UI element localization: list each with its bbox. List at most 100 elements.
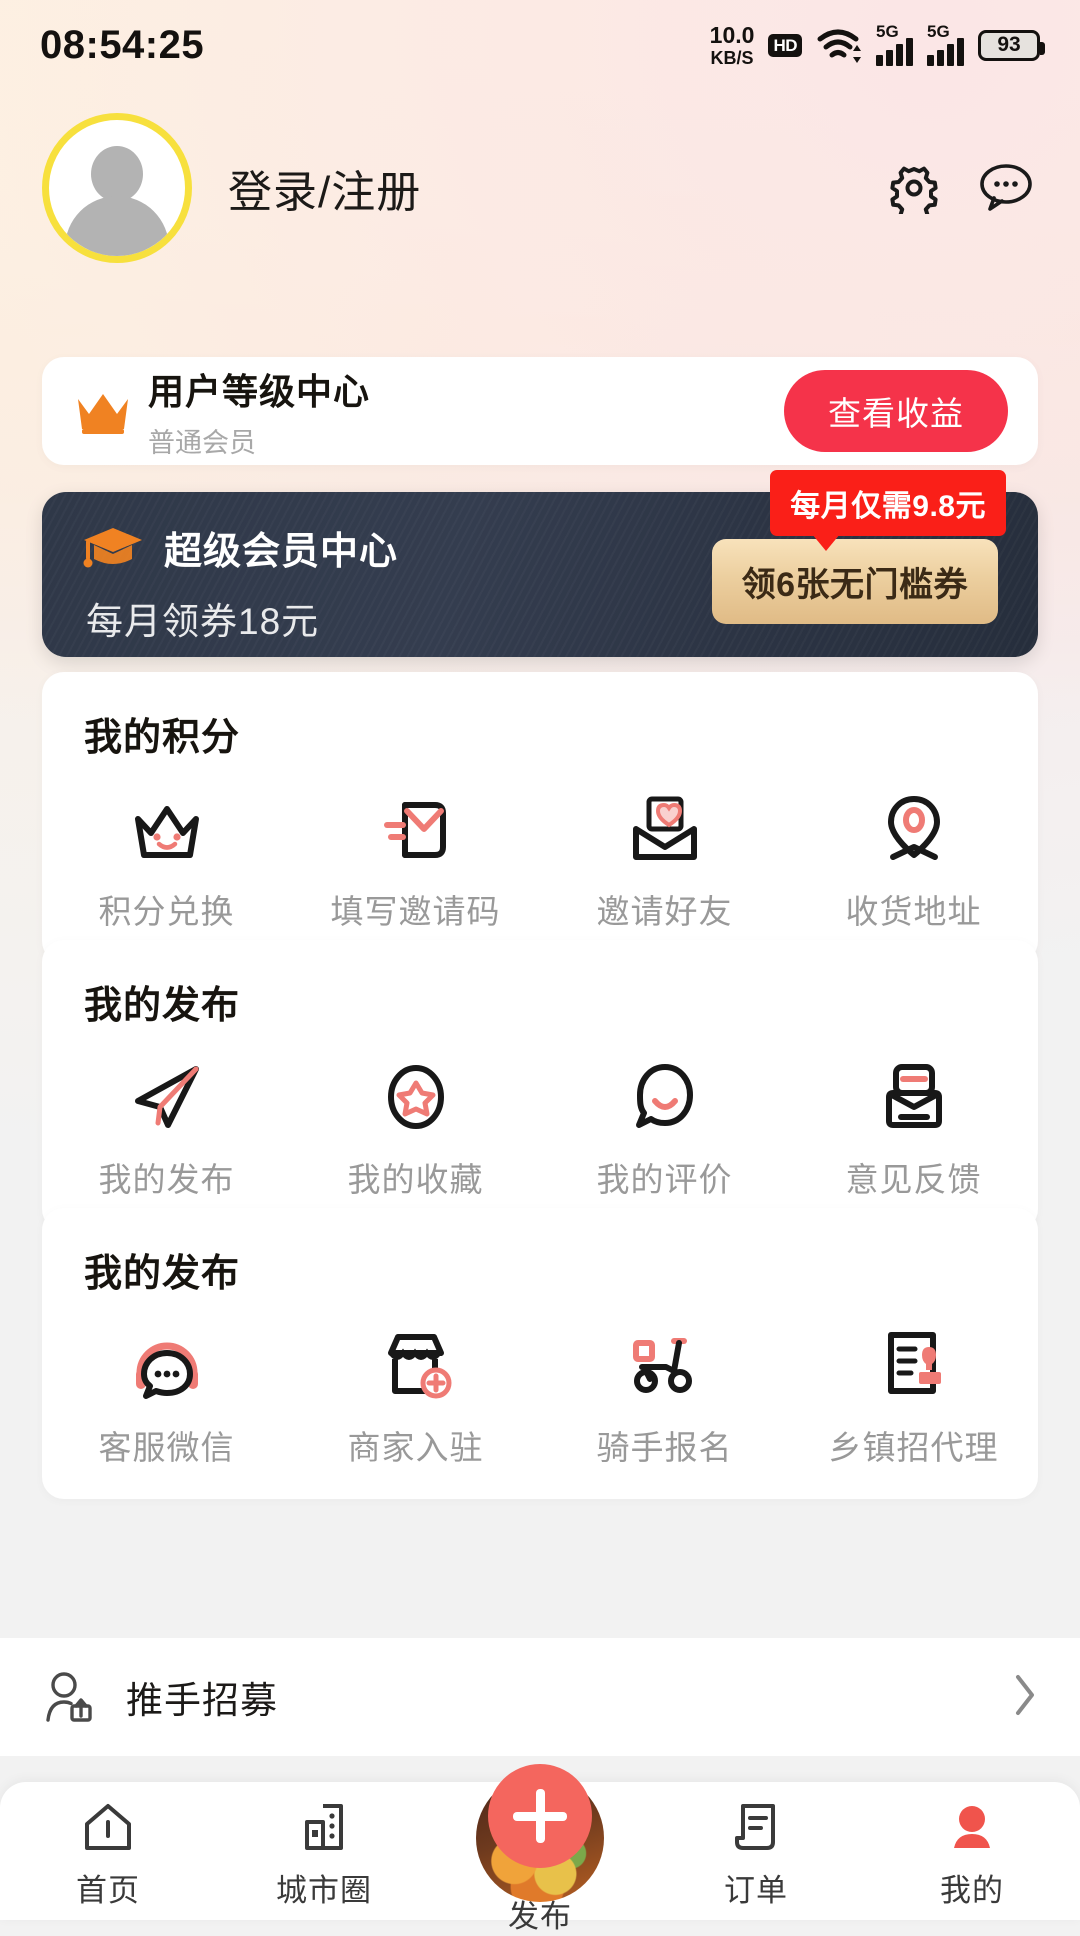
section-posts-title: 我的发布 xyxy=(84,985,241,1027)
home-icon xyxy=(79,1798,137,1856)
status-indicators: 10.0 KB/S HD 5G 5G 93 xyxy=(709,21,1045,68)
star-circle-icon xyxy=(373,1057,459,1137)
section-posts: 我的发布 我的发布 我的收藏 我的评价 意见反馈 xyxy=(42,940,1038,1231)
grid-item-label: 客服微信 xyxy=(98,1429,235,1466)
super-member-title: 超级会员中心 xyxy=(164,531,399,573)
super-member-price-badge: 每月仅需9.8元 xyxy=(770,470,1006,551)
grid-item-township-agent[interactable]: 乡镇招代理 xyxy=(789,1325,1038,1469)
grid-item-points-exchange[interactable]: 积分兑换 xyxy=(42,789,291,933)
grid-item-invite-friends[interactable]: 邀请好友 xyxy=(540,789,789,933)
grid-item-merchant-onboarding[interactable]: 商家入驻 xyxy=(291,1325,540,1469)
profile-header: 登录/注册 xyxy=(0,108,1080,268)
battery-icon: 93 xyxy=(978,29,1045,61)
battery-percent: 93 xyxy=(997,33,1021,56)
wifi-icon xyxy=(816,25,862,65)
paper-plane-icon xyxy=(124,1057,210,1137)
grid-item-label: 意见反馈 xyxy=(845,1161,982,1198)
grid-item-shipping-address[interactable]: 收货地址 xyxy=(789,789,1038,933)
signal-label-1: 5G xyxy=(876,22,899,41)
plus-circle-icon[interactable] xyxy=(488,1764,592,1868)
user-level-card[interactable]: 用户等级中心 普通会员 查看收益 xyxy=(42,357,1038,465)
grid-item-label: 我的发布 xyxy=(98,1161,235,1198)
grid-item-label: 我的评价 xyxy=(596,1161,733,1198)
section-posts-items: 我的发布 我的收藏 我的评价 意见反馈 xyxy=(42,1057,1038,1201)
graduation-cap-icon xyxy=(80,524,146,572)
headset-chat-icon xyxy=(124,1325,210,1405)
page-root: 08:54:25 10.0 KB/S HD 5G 5G 93 登录/注册 用户等… xyxy=(0,0,1080,1934)
person-icon xyxy=(943,1798,1001,1856)
claim-coupons-button[interactable]: 领6张无门槛券 xyxy=(711,539,998,624)
grid-item-label: 邀请好友 xyxy=(596,893,733,930)
network-speed-indicator: 10.0 KB/S xyxy=(709,21,755,68)
grid-item-rider-signup[interactable]: 骑手报名 xyxy=(540,1325,789,1469)
section-services-title: 我的发布 xyxy=(84,1253,241,1295)
super-member-card[interactable]: 超级会员中心 每月领券18元 每月仅需9.8元 领6张无门槛券 xyxy=(42,470,1038,657)
hd-icon: HD xyxy=(768,33,802,57)
signal-icon-1: 5G xyxy=(876,22,913,66)
envelope-heart-icon xyxy=(622,789,708,869)
crown-smile-icon xyxy=(124,789,210,869)
grid-item-label: 积分兑换 xyxy=(98,893,235,930)
tab-label: 城市圈 xyxy=(276,1873,372,1908)
receipt-icon xyxy=(727,1798,785,1856)
bottom-tab-bar: 首页 城市圈 发布 订单 我的 xyxy=(0,1764,1080,1934)
crown-icon xyxy=(72,385,134,437)
network-speed-value: 10.0 xyxy=(709,21,755,48)
grid-item-invite-code[interactable]: 填写邀请码 xyxy=(291,789,540,933)
tab-label: 订单 xyxy=(724,1873,788,1908)
shop-plus-icon xyxy=(373,1325,459,1405)
grid-item-my-reviews[interactable]: 我的评价 xyxy=(540,1057,789,1201)
login-register-link[interactable]: 登录/注册 xyxy=(228,156,421,220)
avatar-head xyxy=(91,146,143,202)
tab-label: 首页 xyxy=(76,1873,140,1908)
view-earnings-button[interactable]: 查看收益 xyxy=(784,370,1008,452)
chat-bubble-dots-icon[interactable] xyxy=(978,162,1032,214)
user-level-texts: 用户等级中心 普通会员 xyxy=(148,363,370,460)
grid-item-my-posts[interactable]: 我的发布 xyxy=(42,1057,291,1201)
feedback-box-icon xyxy=(871,1057,957,1137)
avatar-body xyxy=(65,196,169,256)
grid-item-feedback[interactable]: 意见反馈 xyxy=(789,1057,1038,1201)
section-points-items: 积分兑换 填写邀请码 邀请好友 收货地址 xyxy=(42,789,1038,933)
location-pin-icon xyxy=(871,789,957,869)
user-level-title: 用户等级中心 xyxy=(148,370,371,412)
grid-item-my-favorites[interactable]: 我的收藏 xyxy=(291,1057,540,1201)
tab-home[interactable]: 首页 xyxy=(0,1798,216,1910)
chevron-right-icon[interactable] xyxy=(1010,1671,1040,1724)
status-bar: 08:54:25 10.0 KB/S HD 5G 5G 93 xyxy=(0,0,1080,90)
section-services-items: 客服微信 商家入驻 骑手报名 乡镇招代理 xyxy=(42,1325,1038,1469)
invite-code-icon xyxy=(373,789,459,869)
tab-mine[interactable]: 我的 xyxy=(864,1798,1080,1910)
network-speed-unit: KB/S xyxy=(710,47,754,68)
section-points-title: 我的积分 xyxy=(84,717,241,759)
tab-label: 我的 xyxy=(940,1873,1004,1908)
tab-orders[interactable]: 订单 xyxy=(648,1798,864,1910)
promoter-recruit-label: 推手招募 xyxy=(126,1680,278,1721)
section-services: 我的发布 客服微信 商家入驻 骑手报名 乡镇招代理 xyxy=(42,1208,1038,1499)
avatar[interactable] xyxy=(42,113,192,263)
grid-item-label: 我的收藏 xyxy=(347,1161,484,1198)
person-share-icon xyxy=(40,1668,98,1726)
grid-item-label: 商家入驻 xyxy=(347,1429,484,1466)
buildings-icon xyxy=(295,1798,353,1856)
section-points: 我的积分 积分兑换 填写邀请码 邀请好友 收货地址 xyxy=(42,672,1038,963)
grid-item-label: 乡镇招代理 xyxy=(828,1429,999,1466)
tab-city-circle[interactable]: 城市圈 xyxy=(216,1798,432,1910)
user-level-subtitle: 普通会员 xyxy=(148,427,256,458)
signal-label-2: 5G xyxy=(927,22,950,41)
scooter-icon xyxy=(622,1325,708,1405)
document-stamp-icon xyxy=(871,1325,957,1405)
status-time: 08:54:25 xyxy=(40,22,205,67)
header-actions xyxy=(888,162,1038,221)
grid-item-customer-service-wechat[interactable]: 客服微信 xyxy=(42,1325,291,1469)
super-member-texts: 超级会员中心 每月领券18元 xyxy=(80,520,398,645)
promoter-recruit-row[interactable]: 推手招募 xyxy=(0,1638,1080,1756)
grid-item-label: 填写邀请码 xyxy=(330,893,501,930)
gear-icon[interactable] xyxy=(888,162,940,221)
grid-item-label: 收货地址 xyxy=(845,893,982,930)
grid-item-label: 骑手报名 xyxy=(596,1429,733,1466)
super-member-subtitle: 每月领券18元 xyxy=(86,601,320,642)
signal-icon-2: 5G xyxy=(927,22,964,66)
speech-smile-icon xyxy=(622,1057,708,1137)
tab-publish[interactable]: 发布 xyxy=(432,1764,648,1936)
